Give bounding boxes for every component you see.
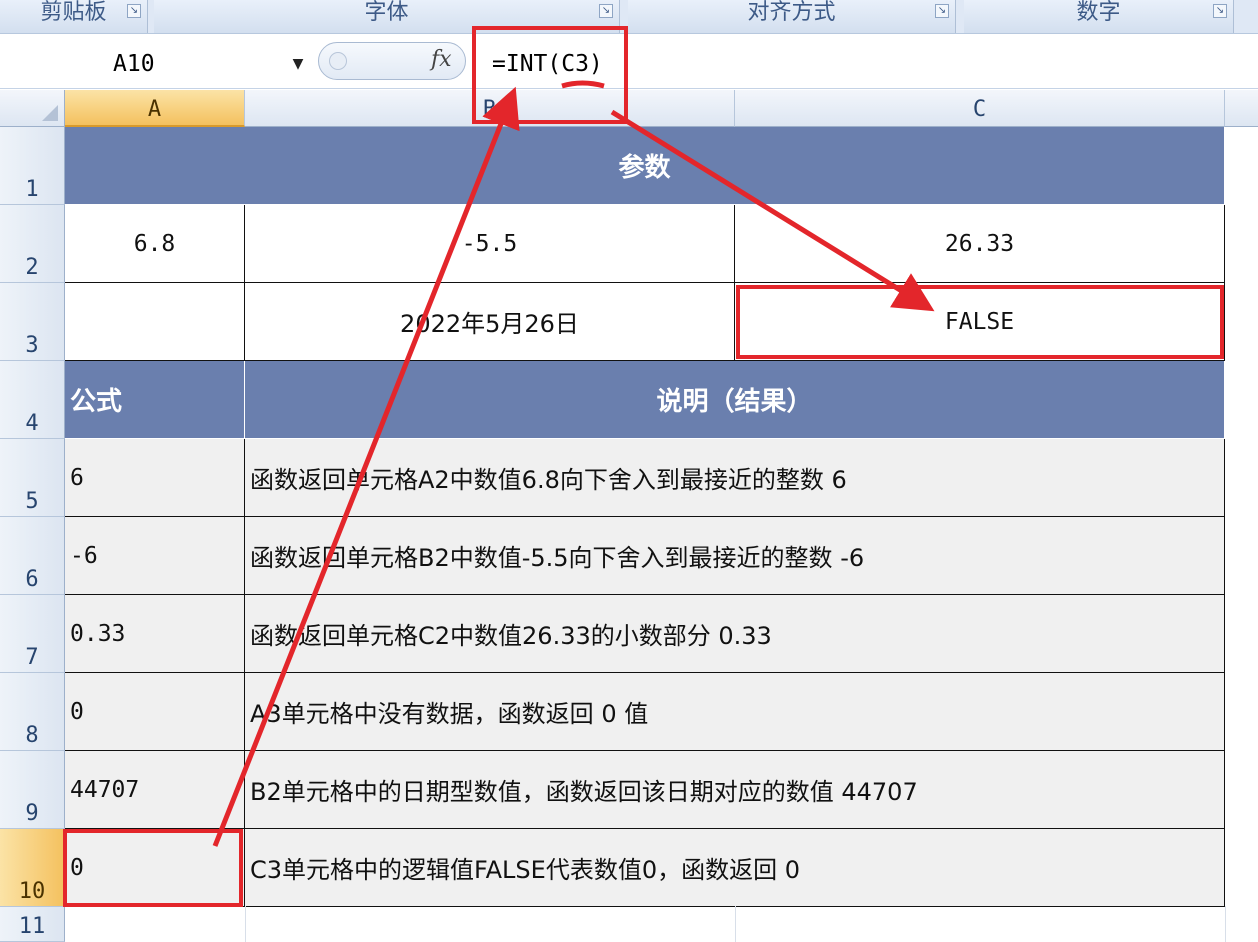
arrow-formula-to-c3 [610,109,935,312]
arrow-a10-to-formula [212,86,520,847]
annotation-arrows [212,80,935,847]
underline-c3-reference [561,80,605,89]
